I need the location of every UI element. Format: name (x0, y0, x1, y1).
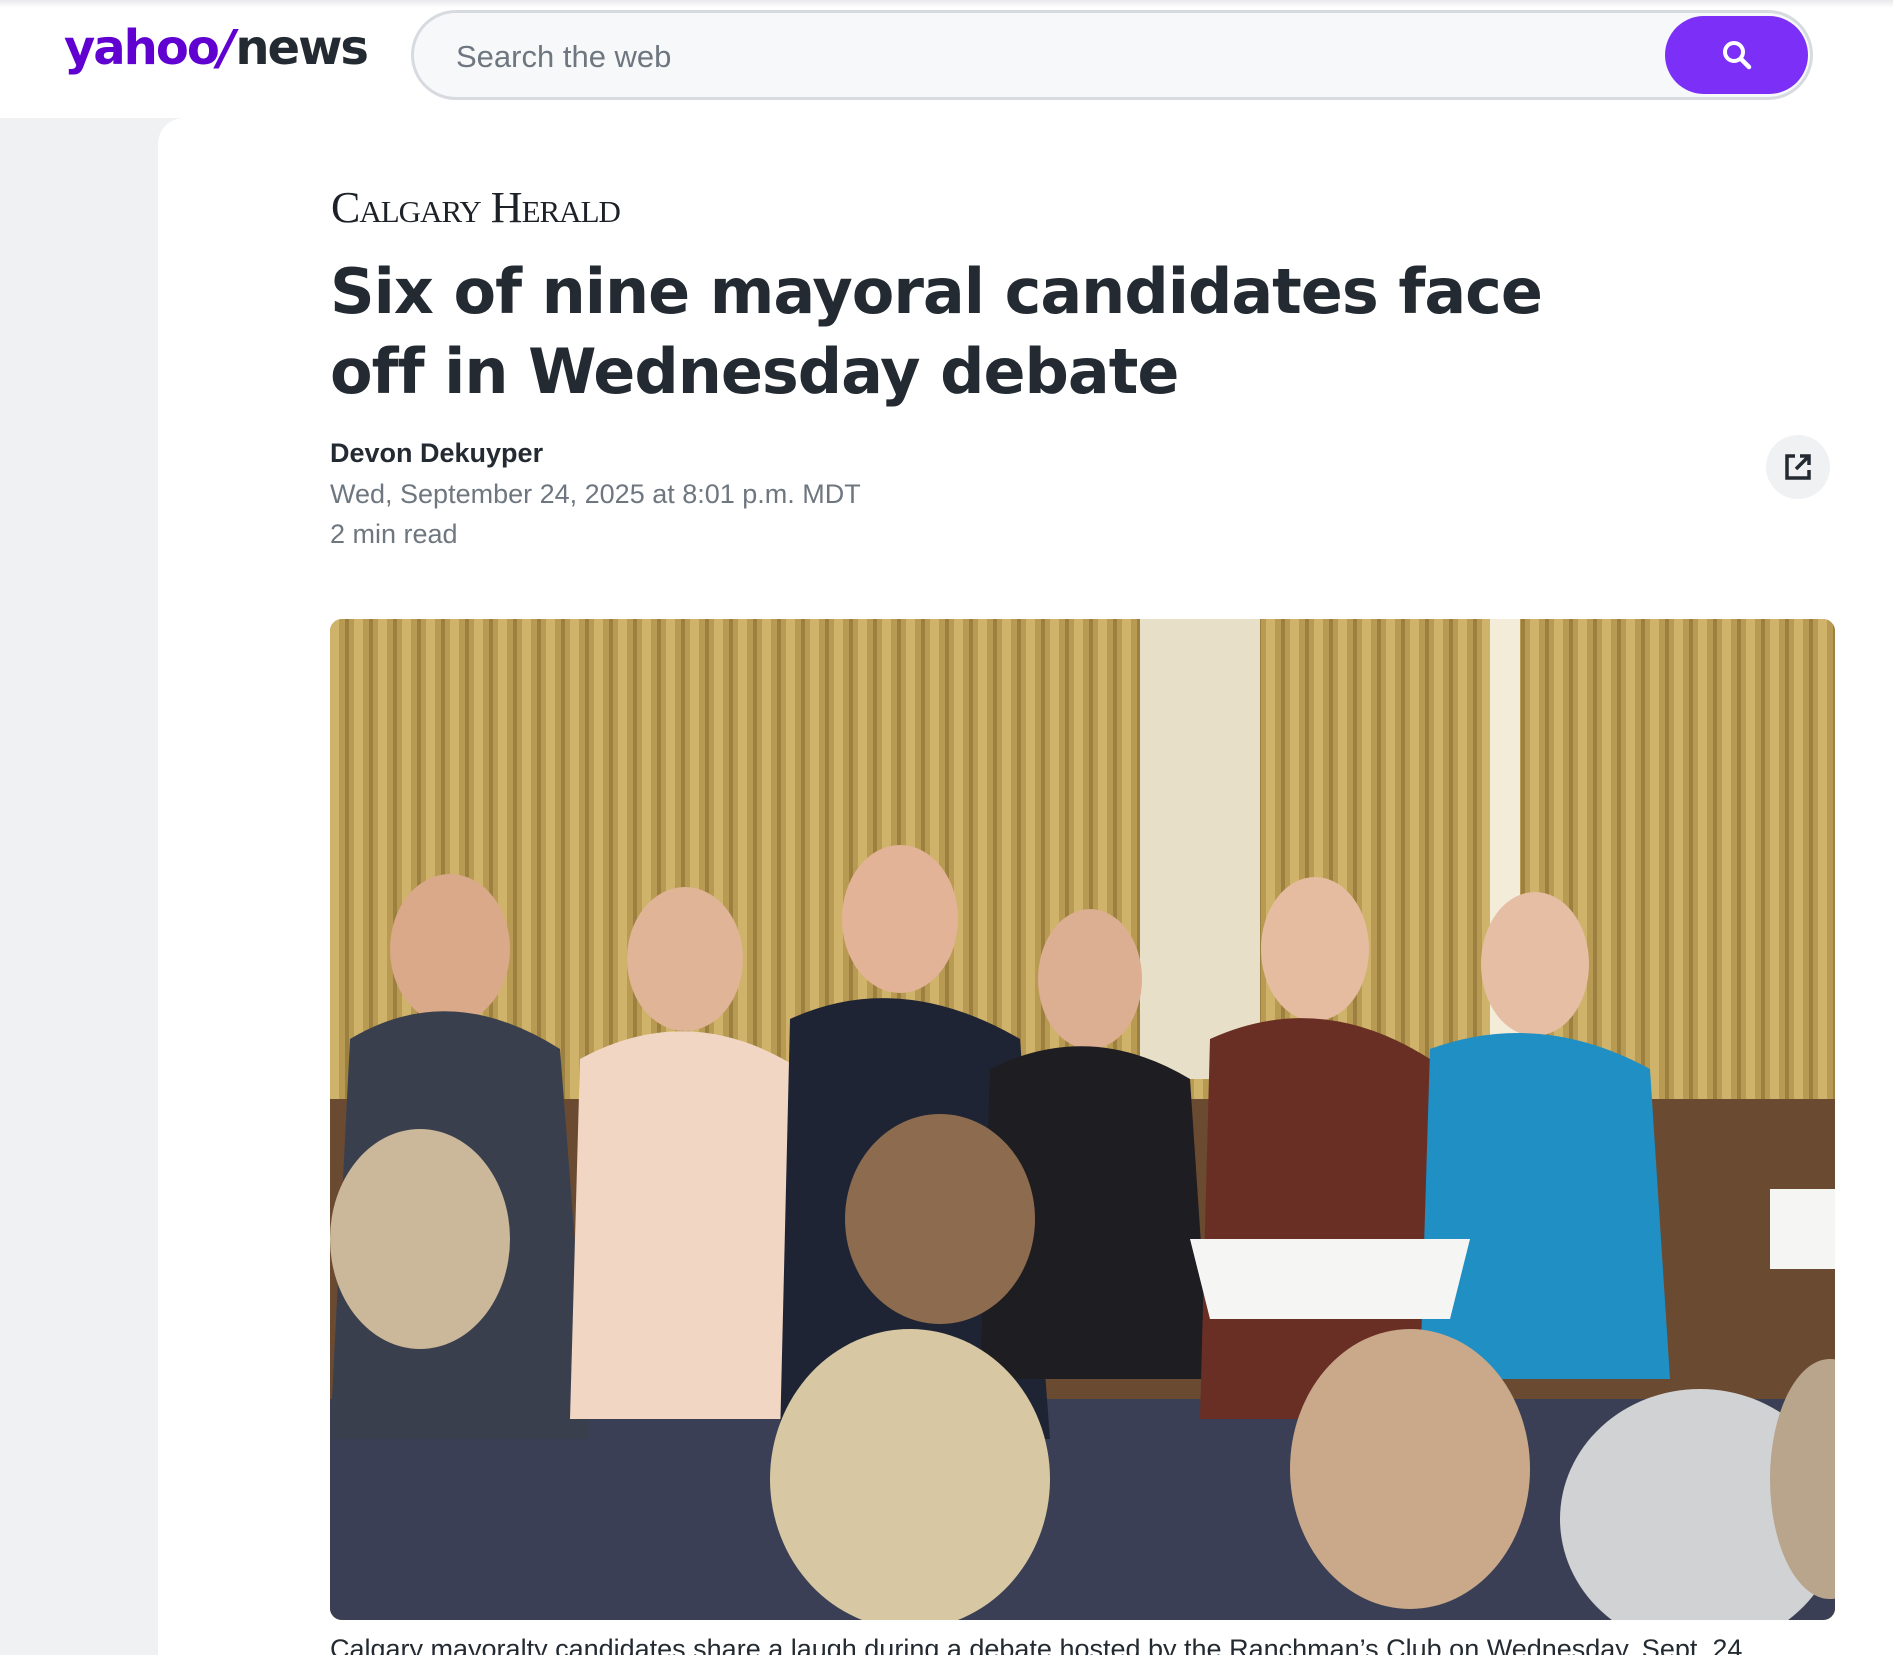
logo-news-text: news (235, 20, 369, 76)
read-time: 2 min read (330, 519, 458, 549)
search-button[interactable] (1665, 16, 1808, 94)
site-header: yahoo / news (0, 0, 1893, 118)
publish-date: Wed, September 24, 2025 at 8:01 p.m. MDT (330, 479, 861, 509)
search-bar (411, 10, 1813, 100)
logo-slash: / (217, 20, 235, 76)
author-name[interactable]: Devon Dekuyper (330, 438, 543, 469)
browser-edge (0, 0, 1893, 8)
search-icon (1722, 41, 1751, 70)
debate-photo-illustration (330, 619, 1835, 1620)
article-headline: Six of nine mayoral candidates face off … (330, 255, 1543, 408)
article-photo (330, 619, 1835, 1620)
share-button[interactable] (1766, 435, 1830, 499)
photo-caption: Calgary mayoralty candidates share a lau… (330, 1634, 1743, 1655)
yahoo-news-logo[interactable]: yahoo / news (64, 20, 369, 90)
search-input[interactable] (456, 35, 1636, 79)
left-rail (0, 118, 158, 1655)
external-link-icon (1785, 454, 1811, 480)
logo-yahoo-text: yahoo (64, 20, 220, 76)
publisher-name[interactable]: Calgary Herald (331, 182, 621, 232)
